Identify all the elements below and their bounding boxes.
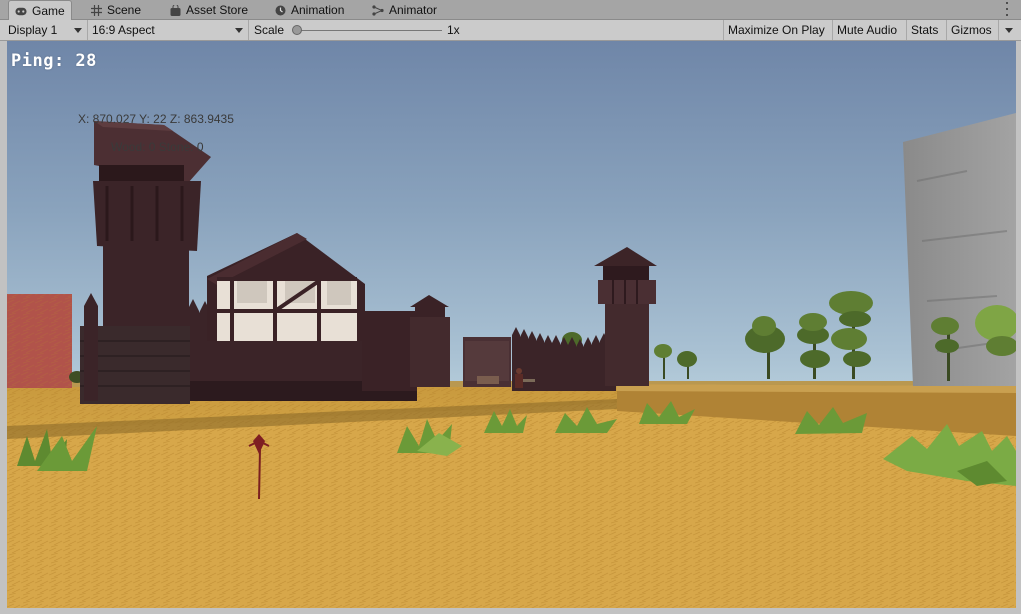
gizmos-label: Gizmos (951, 23, 992, 37)
aspect-label: 16:9 Aspect (92, 23, 155, 37)
tab-label: Asset Store (186, 3, 249, 17)
editor-tab-bar: Game Scene Asset Store Animation Animato… (0, 0, 1021, 21)
scale-value: 1x (447, 23, 460, 37)
scale-control: Scale 1x (249, 20, 723, 40)
scale-label: Scale (254, 23, 285, 37)
mute-audio-button[interactable]: Mute Audio (833, 20, 907, 40)
maximize-on-play-button[interactable]: Maximize On Play (723, 20, 833, 40)
tab-animation[interactable]: Animation (268, 0, 350, 20)
game-view-toolbar: Display 1 16:9 Aspect Scale 1x Maximize … (0, 20, 1021, 41)
chevron-down-icon (74, 28, 82, 33)
maximize-label: Maximize On Play (728, 23, 825, 37)
display-dropdown[interactable]: Display 1 (4, 20, 88, 40)
gamepad-icon (15, 5, 27, 17)
scale-slider-handle[interactable] (292, 25, 302, 35)
chevron-down-icon (235, 28, 243, 33)
tab-label: Scene (107, 3, 142, 17)
tab-label: Animation (291, 3, 345, 17)
tab-label: Animator (389, 3, 438, 17)
ground-ledge-texture (7, 403, 1016, 608)
tab-animator[interactable]: Animator (366, 0, 443, 20)
scale-slider-track[interactable] (296, 30, 442, 31)
ping-display: Ping: 28 (11, 51, 97, 71)
animator-icon (372, 4, 384, 16)
wooden-hut (463, 337, 511, 387)
stats-label: Stats (911, 23, 939, 37)
stats-button[interactable]: Stats (907, 20, 947, 40)
viewport-right-border (1016, 41, 1021, 608)
game-scene-render (7, 113, 1016, 608)
mute-label: Mute Audio (837, 23, 898, 37)
bag-icon (169, 4, 181, 16)
more-options-icon[interactable] (1005, 2, 1009, 16)
display-label: Display 1 (8, 23, 58, 37)
clock-icon (274, 4, 286, 16)
gizmos-dropdown[interactable] (999, 20, 1017, 40)
grid-icon (90, 4, 102, 16)
viewport-left-border (0, 41, 7, 608)
tab-label: Game (32, 4, 65, 18)
tab-scene[interactable]: Scene (84, 0, 147, 20)
tab-game[interactable]: Game (8, 0, 72, 21)
red-block-texture (7, 294, 72, 388)
far-watchtower (410, 295, 450, 387)
game-viewport[interactable]: Ping: 28 X: 870.027 Y: 22 Z: 863.9435 Wo… (7, 41, 1016, 608)
coordinates-readout: X: 870.027 Y: 22 Z: 863.9435 (78, 112, 234, 126)
tab-asset-store[interactable]: Asset Store (163, 0, 254, 20)
aspect-dropdown[interactable]: 16:9 Aspect (88, 20, 249, 40)
chevron-down-icon (1005, 28, 1013, 33)
gizmos-button[interactable]: Gizmos (947, 20, 999, 40)
resources-readout: Wood: 0 Stone: 0 (111, 140, 204, 154)
